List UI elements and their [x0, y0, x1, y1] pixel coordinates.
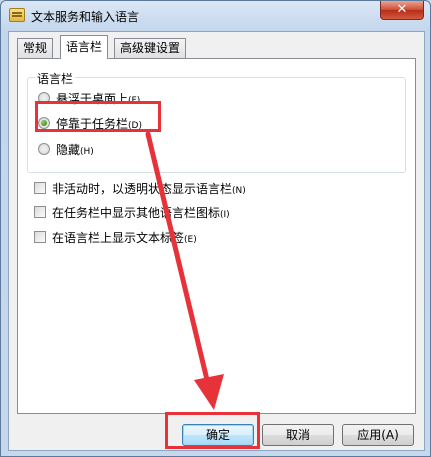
checkbox-label: 非活动时，以透明状态显示语言栏: [52, 182, 233, 196]
radio-button[interactable]: [38, 92, 50, 104]
radio-button-checked[interactable]: [38, 117, 50, 129]
tab-language-bar[interactable]: 语言栏: [60, 35, 109, 59]
language-bar-panel: 语言栏 悬浮于桌面上(F) 停靠于任务栏(D) 隐藏(H) 非活动时，以透明状态…: [17, 58, 416, 414]
checkbox[interactable]: [34, 182, 46, 194]
title-bar[interactable]: 文本服务和输入语言 ✕: [1, 1, 430, 31]
hotkey-hint: (D): [128, 121, 142, 131]
radio-label: 隐藏: [56, 143, 81, 157]
radio-label: 停靠于任务栏: [56, 117, 129, 131]
ok-button[interactable]: 确定: [182, 424, 254, 446]
hotkey-hint: (N): [232, 186, 246, 196]
checkbox-label: 在任务栏中显示其他语言栏图标: [52, 206, 221, 220]
hotkey-hint: (E): [184, 235, 197, 245]
group-label: 语言栏: [35, 70, 76, 87]
language-bar-groupbox: 语言栏 悬浮于桌面上(F) 停靠于任务栏(D) 隐藏(H): [27, 70, 406, 173]
hotkey-hint: (I): [220, 210, 230, 220]
dialog-client-area: 常规 语言栏 高级键设置 语言栏 悬浮于桌面上(F) 停靠于任务栏(D) 隐藏(…: [8, 31, 425, 451]
hotkey-hint: (H): [80, 147, 94, 157]
hotkey-hint: (F): [128, 96, 141, 106]
window-title: 文本服务和输入语言: [31, 10, 140, 24]
dialog-window: 文本服务和输入语言 ✕ 常规 语言栏 高级键设置 语言栏 悬浮于桌面上(F) 停…: [0, 0, 431, 457]
checkbox[interactable]: [34, 231, 46, 243]
checkbox-label: 在语言栏上显示文本标签: [52, 231, 185, 245]
close-button[interactable]: ✕: [380, 1, 424, 20]
cancel-button[interactable]: 取消: [262, 424, 334, 446]
tab-general[interactable]: 常规: [17, 38, 54, 58]
radio-button[interactable]: [38, 143, 50, 155]
checkbox[interactable]: [34, 206, 46, 218]
keyboard-app-icon: [9, 8, 25, 22]
tab-advanced-key-settings[interactable]: 高级键设置: [114, 38, 187, 58]
radio-label: 悬浮于桌面上: [56, 92, 129, 106]
apply-button[interactable]: 应用(A): [342, 424, 414, 446]
